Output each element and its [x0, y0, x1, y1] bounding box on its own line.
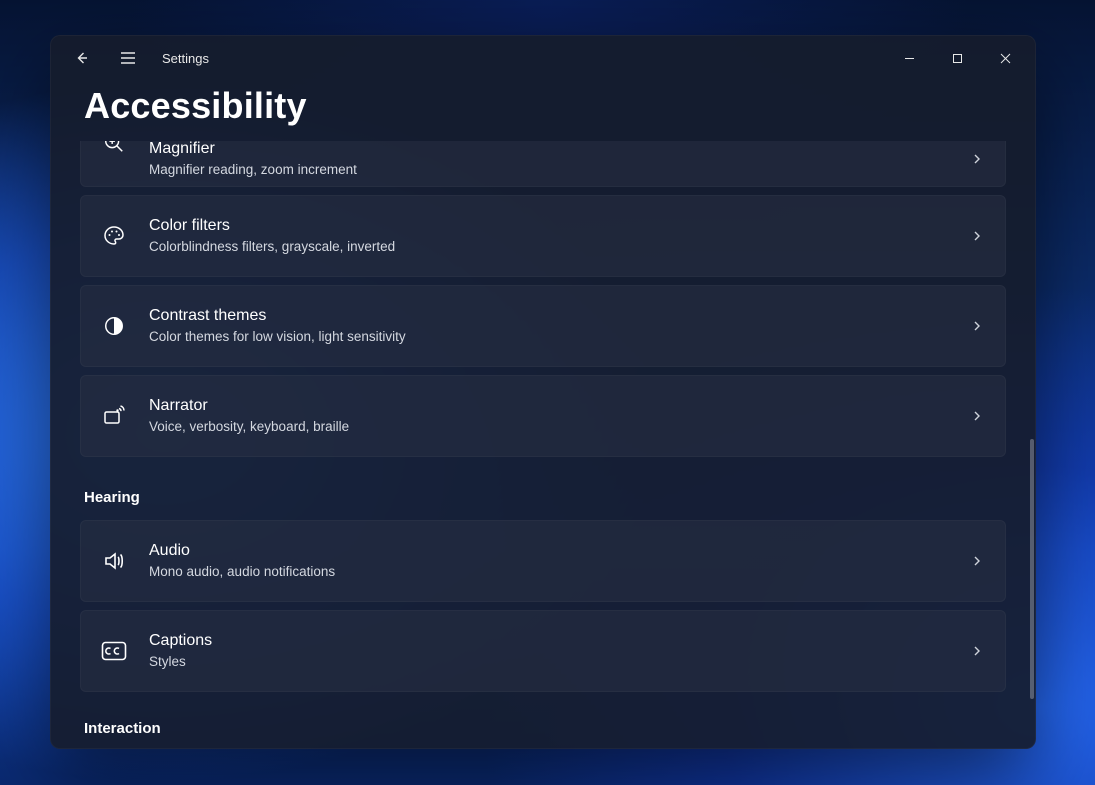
- item-title: Contrast themes: [149, 306, 965, 327]
- item-subtitle: Colorblindness filters, grayscale, inver…: [149, 238, 965, 256]
- maximize-icon: [952, 53, 963, 64]
- minimize-button[interactable]: [886, 42, 932, 74]
- item-subtitle: Mono audio, audio notifications: [149, 563, 965, 581]
- chevron-right-icon: [965, 224, 989, 248]
- item-narrator[interactable]: Narrator Voice, verbosity, keyboard, bra…: [80, 375, 1006, 457]
- magnifier-icon: [103, 141, 125, 154]
- item-subtitle: Color themes for low vision, light sensi…: [149, 328, 965, 346]
- window-title: Settings: [162, 51, 209, 66]
- back-arrow-icon: [74, 50, 90, 66]
- palette-icon: [102, 224, 126, 248]
- item-title: Captions: [149, 631, 965, 652]
- titlebar: Settings: [50, 35, 1036, 81]
- minimize-icon: [904, 53, 915, 64]
- nav-menu-button[interactable]: [110, 40, 146, 76]
- chevron-right-icon: [965, 639, 989, 663]
- item-captions[interactable]: Captions Styles: [80, 610, 1006, 692]
- settings-window: Settings Accessibility: [50, 35, 1036, 749]
- maximize-button[interactable]: [934, 42, 980, 74]
- item-title: Narrator: [149, 396, 965, 417]
- close-button[interactable]: [982, 42, 1028, 74]
- section-header-hearing: Hearing: [84, 489, 1002, 506]
- item-subtitle: Styles: [149, 653, 965, 671]
- content: Accessibility Magnifier Magnifier r: [50, 81, 1036, 749]
- item-subtitle: Magnifier reading, zoom increment: [149, 161, 965, 179]
- page-title: Accessibility: [84, 85, 1036, 127]
- hamburger-icon: [120, 51, 136, 65]
- scrollbar[interactable]: [1030, 149, 1034, 741]
- close-icon: [1000, 53, 1011, 64]
- chevron-right-icon: [965, 549, 989, 573]
- scroll-area[interactable]: Magnifier Magnifier reading, zoom increm…: [50, 141, 1036, 749]
- back-button[interactable]: [64, 40, 100, 76]
- item-color-filters[interactable]: Color filters Colorblindness filters, gr…: [80, 195, 1006, 277]
- chevron-right-icon: [965, 147, 989, 171]
- chevron-right-icon: [965, 314, 989, 338]
- speaker-icon: [102, 549, 126, 573]
- narrator-icon: [102, 404, 126, 428]
- item-title: Audio: [149, 541, 965, 562]
- item-magnifier[interactable]: Magnifier Magnifier reading, zoom increm…: [80, 141, 1006, 187]
- item-subtitle: Voice, verbosity, keyboard, braille: [149, 418, 965, 436]
- item-audio[interactable]: Audio Mono audio, audio notifications: [80, 520, 1006, 602]
- captions-icon: [101, 641, 127, 661]
- section-header-interaction: Interaction: [84, 720, 1002, 737]
- contrast-icon: [103, 315, 125, 337]
- item-title: Color filters: [149, 216, 965, 237]
- scrollbar-thumb[interactable]: [1030, 439, 1034, 699]
- item-contrast-themes[interactable]: Contrast themes Color themes for low vis…: [80, 285, 1006, 367]
- item-title: Magnifier: [149, 141, 965, 160]
- chevron-right-icon: [965, 404, 989, 428]
